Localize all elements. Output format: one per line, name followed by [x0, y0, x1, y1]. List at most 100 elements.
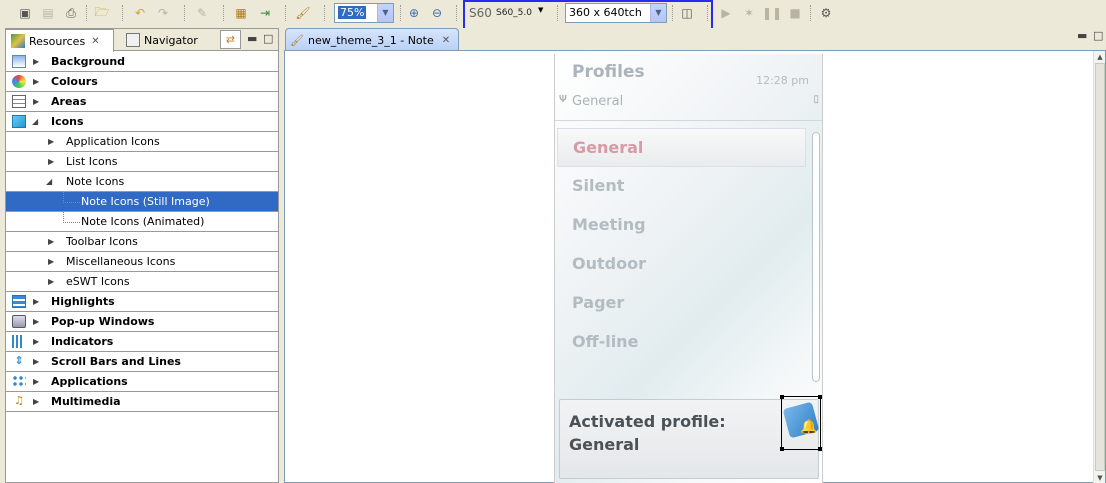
profile-item-general[interactable]: General	[557, 128, 806, 167]
phone-divider	[555, 120, 822, 121]
tree-item-label: Pop-up Windows	[51, 315, 155, 328]
chevron-right-icon[interactable]: ▶	[33, 312, 39, 331]
tree-item-label: eSWT Icons	[66, 275, 130, 288]
chevron-right-icon[interactable]: ▶	[33, 72, 39, 91]
step-icon[interactable]: ✶	[740, 4, 758, 22]
play-icon[interactable]: ▶	[717, 4, 735, 22]
tree-item-label: Application Icons	[66, 135, 160, 148]
profile-item-silent[interactable]: Silent	[555, 167, 810, 206]
maximize-icon[interactable]: □	[1093, 29, 1103, 42]
chevron-right-icon[interactable]: ▶	[33, 92, 39, 111]
profile-item-outdoor[interactable]: Outdoor	[555, 245, 810, 284]
package-icon[interactable]: ▦	[232, 4, 250, 22]
print-icon[interactable]: ⎙	[62, 4, 80, 22]
import-icon[interactable]: ⇥	[256, 4, 274, 22]
editor-tab-label: new_theme_3_1 - Note	[307, 33, 434, 47]
minimize-icon[interactable]: ▬	[247, 32, 257, 45]
settings-icon[interactable]: ⚙	[817, 4, 835, 22]
tab-resources-label: Resources	[29, 34, 86, 48]
expanded-arrow-icon[interactable]: ◢	[32, 112, 38, 131]
stop-icon[interactable]: ■	[786, 4, 804, 22]
tree-item-applications[interactable]: ▶ Applications	[6, 372, 278, 392]
chevron-right-icon[interactable]: ▶	[33, 372, 39, 391]
brush-icon: 🖌	[290, 33, 304, 47]
tree-item-label: Multimedia	[51, 395, 121, 408]
phone-title: Profiles	[572, 62, 645, 82]
note-icon-selection[interactable]: 🔔	[780, 395, 822, 451]
scroll-down-icon[interactable]: ▼	[1095, 473, 1105, 483]
tree-item-note-icons-animated[interactable]: Note Icons (Animated)	[6, 212, 278, 232]
chevron-right-icon[interactable]: ▶	[33, 52, 39, 71]
new-file-icon[interactable]: ▣	[16, 4, 34, 22]
open-folder-icon[interactable]: 🗁	[93, 4, 111, 22]
tab-resources[interactable]: Resources ✕	[5, 29, 114, 52]
chevron-right-icon[interactable]: ▶	[33, 332, 39, 351]
tree-item-icons[interactable]: ◢ Icons	[6, 112, 278, 132]
chevron-right-icon[interactable]: ▶	[33, 292, 39, 311]
tree-item-scroll-bars[interactable]: ⇕ ▶ Scroll Bars and Lines	[6, 352, 278, 372]
tree-item-note-icons[interactable]: ◢ Note Icons	[6, 172, 278, 192]
chevron-right-icon[interactable]: ▶	[48, 272, 54, 291]
zoom-out-icon[interactable]: ⊖	[428, 4, 446, 22]
tree-item-areas[interactable]: ▶ Areas	[6, 92, 278, 112]
areas-icon	[12, 95, 26, 108]
profile-list: General Silent Meeting Outdoor Pager Off…	[555, 128, 810, 362]
main-toolbar: ▣ ▤ ⎙ 🗁 ↶ ↷ ✎ ▦ ⇥ 🖌 75% ▼ ⊕ ⊖ S60 S60_5.…	[0, 0, 1106, 37]
tree-item-label: Background	[51, 55, 126, 68]
sync-icon[interactable]: ⇄	[220, 30, 241, 49]
chevron-right-icon[interactable]: ▶	[48, 152, 54, 171]
redo-icon[interactable]: ↷	[154, 4, 172, 22]
scrollbar-thumb[interactable]	[1095, 63, 1105, 471]
chevron-right-icon[interactable]: ▶	[33, 352, 39, 371]
tree-item-colours[interactable]: ▶ Colours	[6, 72, 278, 92]
undo-icon[interactable]: ↶	[131, 4, 149, 22]
scrollbars-icon: ⇕	[14, 354, 24, 367]
tree-item-eswt-icons[interactable]: ▶ eSWT Icons	[6, 272, 278, 292]
tree-item-background[interactable]: ▶ Background	[6, 52, 278, 72]
save-icon[interactable]: ▤	[39, 4, 57, 22]
panel-tabbar: Resources ✕ Navigator ⇄ ▬ □	[5, 29, 278, 52]
wand-icon[interactable]: ✎	[193, 4, 211, 22]
chevron-right-icon[interactable]: ▶	[48, 132, 54, 151]
tree-item-toolbar-icons[interactable]: ▶ Toolbar Icons	[6, 232, 278, 252]
activated-profile-text: Activated profile: General	[569, 410, 726, 456]
scroll-up-icon[interactable]: ▲	[1095, 52, 1105, 62]
resources-panel: Resources ✕ Navigator ⇄ ▬ □ ▶ Background…	[5, 28, 279, 483]
editor-tabbar: 🖌 new_theme_3_1 - Note ✕ ▬ □	[281, 28, 1106, 51]
tree-item-application-icons[interactable]: ▶ Application Icons	[6, 132, 278, 152]
close-icon[interactable]: ✕	[91, 36, 99, 47]
close-icon[interactable]: ✕	[442, 35, 450, 46]
tree-item-miscellaneous-icons[interactable]: ▶ Miscellaneous Icons	[6, 252, 278, 272]
expanded-arrow-icon[interactable]: ◢	[46, 172, 52, 191]
profile-item-offline[interactable]: Off-line	[555, 323, 810, 362]
brush-icon[interactable]: 🖌	[294, 4, 312, 22]
maximize-icon[interactable]: □	[263, 32, 273, 45]
tree-item-highlights[interactable]: ▶ Highlights	[6, 292, 278, 312]
tree-item-multimedia[interactable]: ♫ ▶ Multimedia	[6, 392, 278, 412]
zoom-in-icon[interactable]: ⊕	[405, 4, 423, 22]
chevron-down-icon[interactable]: ▼	[377, 4, 393, 22]
activated-profile-note: Activated profile: General 🔔	[559, 395, 822, 479]
phone-preview[interactable]: Profiles 12:28 pm Ψ General ▯ General Si…	[554, 54, 823, 483]
indicators-icon	[12, 335, 26, 348]
chevron-right-icon[interactable]: ▶	[48, 252, 54, 271]
tree-item-indicators[interactable]: ▶ Indicators	[6, 332, 278, 352]
chevron-right-icon[interactable]: ▶	[48, 232, 54, 251]
tree-item-label: List Icons	[66, 155, 118, 168]
tab-navigator[interactable]: Navigator	[121, 29, 218, 51]
vertical-scrollbar[interactable]: ▲ ▼	[1093, 51, 1105, 483]
tree-item-list-icons[interactable]: ▶ List Icons	[6, 152, 278, 172]
phone-context-label: General	[572, 94, 624, 109]
activated-profile-heading: Activated profile:	[569, 412, 726, 431]
minimize-icon[interactable]: ▬	[1077, 29, 1087, 42]
zoom-combo[interactable]: 75% ▼	[334, 3, 394, 23]
pause-icon[interactable]: ❚❚	[762, 4, 782, 22]
chevron-right-icon[interactable]: ▶	[33, 392, 39, 411]
profile-item-meeting[interactable]: Meeting	[555, 206, 810, 245]
tree-item-popup-windows[interactable]: ▶ Pop-up Windows	[6, 312, 278, 332]
tree-item-label: Highlights	[51, 295, 115, 308]
tree-item-note-icons-still[interactable]: Note Icons (Still Image)	[6, 192, 278, 212]
profile-item-pager[interactable]: Pager	[555, 284, 810, 323]
tab-editor-note[interactable]: 🖌 new_theme_3_1 - Note ✕	[285, 28, 460, 51]
tree-item-label: Note Icons (Still Image)	[81, 195, 210, 208]
